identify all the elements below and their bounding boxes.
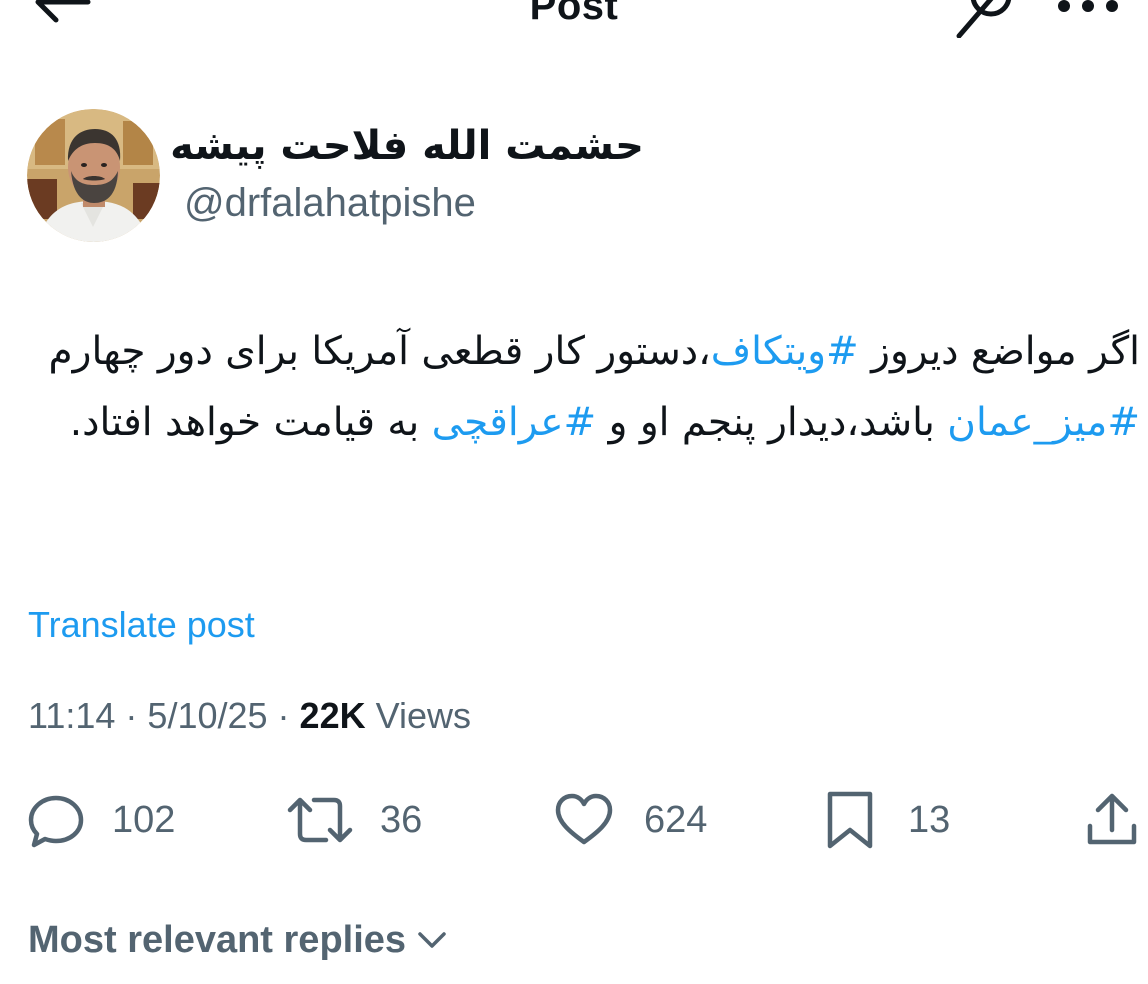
bookmark-button[interactable]: 13 [826, 790, 950, 850]
like-button[interactable]: 624 [554, 790, 707, 850]
post-text-segment: به قیامت خواهد افتاد. [69, 400, 432, 445]
share-button[interactable] [1082, 790, 1142, 850]
share-icon [1087, 793, 1137, 845]
post-meta: 11:14 · 5/10/25 · 22K Views [28, 693, 471, 739]
views-count[interactable]: 22K [300, 695, 366, 736]
post-text-segment: باشد،دیدار پنجم او و [596, 400, 948, 445]
reply-button[interactable]: 102 [26, 790, 175, 850]
top-bar: Post [0, 0, 1148, 60]
grok-button[interactable] [955, 0, 1019, 39]
heart-icon [555, 793, 613, 845]
like-count: 624 [644, 799, 708, 841]
reply-icon [28, 795, 84, 848]
hashtag-link[interactable]: #ویتکاف [711, 329, 859, 374]
repost-icon [287, 797, 353, 843]
bookmark-icon [827, 791, 873, 849]
repost-count: 36 [380, 799, 423, 841]
post-text: اگر مواضع دیروز #ویتکاف،دستور کار قطعی آ… [22, 316, 1141, 458]
views-label[interactable]: Views [366, 695, 471, 736]
post-time: 11:14 [28, 695, 116, 736]
hashtag-link[interactable]: #میز_عمان [947, 400, 1140, 445]
avatar-photo-icon [27, 109, 160, 242]
post-text-segment: ،دستور کار قطعی آمریکا برای دور چهارم [48, 329, 711, 374]
more-options-button[interactable] [1050, 0, 1126, 26]
avatar[interactable] [27, 109, 160, 242]
repost-button[interactable]: 36 [286, 790, 422, 850]
bookmark-count: 13 [908, 799, 951, 841]
meta-separator: · [267, 695, 300, 736]
chevron-down-icon [418, 932, 446, 948]
grok-icon [956, 0, 1012, 39]
author-handle[interactable]: @drfalahatpishe [184, 179, 476, 227]
author-name[interactable]: حشمت الله فلاحت پیشه [170, 122, 644, 170]
hashtag-link[interactable]: #عراقچی [432, 400, 597, 445]
replies-sort-label: Most relevant replies [28, 919, 407, 961]
reply-count: 102 [112, 799, 176, 841]
post-date: 5/10/25 [147, 695, 268, 736]
replies-sort-dropdown[interactable]: Most relevant replies [28, 916, 450, 964]
more-dots-icon [1058, 0, 1118, 12]
translate-post-link[interactable]: Translate post [28, 602, 255, 648]
post-text-segment: اگر مواضع دیروز [858, 329, 1140, 374]
meta-separator: · [115, 695, 148, 736]
